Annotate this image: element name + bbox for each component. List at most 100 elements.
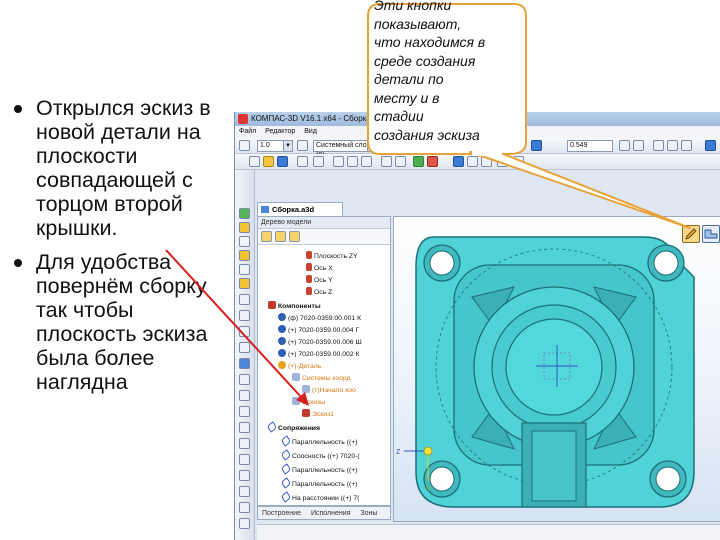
coord-field[interactable]: 0.549 [567, 140, 613, 152]
tree-node-sketch[interactable]: Эскиз1 [302, 409, 334, 419]
tool-icon[interactable] [239, 390, 250, 401]
tool-icon[interactable] [239, 294, 250, 305]
model-viewport[interactable]: Z Y [393, 216, 720, 522]
tool-icon[interactable] [239, 278, 250, 289]
tool-icon[interactable] [239, 208, 250, 219]
tab-versions[interactable]: Исполнения [311, 510, 350, 517]
tool-icon[interactable] [239, 236, 250, 247]
tree-node[interactable]: Ось Z [306, 287, 332, 297]
tool-icon[interactable] [239, 470, 250, 481]
menu-view[interactable]: Вид [304, 128, 317, 135]
tree-node[interactable]: (+) 7020-0359.00.006 Ш [278, 337, 362, 347]
component-icon [278, 325, 286, 333]
axis-z-label: Z [396, 449, 401, 456]
tool-icon[interactable] [239, 502, 250, 513]
tree-node[interactable]: (ф) 7020-0359.00.001 К [278, 313, 361, 323]
cut-icon[interactable] [333, 156, 344, 167]
tool-icon[interactable] [239, 358, 250, 369]
snap-icon[interactable] [239, 140, 250, 151]
tree-node[interactable]: Параллельность ((+) [280, 477, 357, 489]
bottom-slot-inner [531, 430, 577, 502]
tree-toolbar [258, 229, 390, 245]
component-icon [278, 313, 286, 321]
tree-node[interactable]: Системы коорд [292, 373, 351, 383]
detail-icon [278, 361, 286, 369]
mate-icon [280, 449, 292, 461]
tree-node[interactable]: Параллельность ((+) [280, 463, 357, 475]
tree-node[interactable]: Ось X [306, 263, 333, 273]
tab-zones[interactable]: Зоны [360, 510, 377, 517]
tool-icon[interactable] [239, 486, 250, 497]
new-file-icon[interactable] [249, 156, 260, 167]
document-tab[interactable]: Сборка.a3d [257, 202, 343, 216]
bullet-dot [14, 259, 22, 267]
axis-icon [306, 275, 312, 283]
scale-value: 1.0 [260, 142, 270, 149]
tool-icon[interactable] [239, 406, 250, 417]
render-icon[interactable] [705, 140, 716, 151]
tree-node[interactable]: (+) 7020-0359.00.004 Г [278, 325, 359, 335]
folder-icon [292, 397, 300, 405]
tool-icon[interactable] [239, 342, 250, 353]
tool-icon[interactable] [239, 310, 250, 321]
tree-node-detail[interactable]: (+)-Деталь [278, 361, 321, 371]
view-icon[interactable] [667, 140, 678, 151]
layer-icon[interactable] [297, 140, 308, 151]
tool-icon[interactable] [239, 264, 250, 275]
tree-node[interactable]: (+) 7020-0359.00.002 К [278, 349, 359, 359]
copy-icon[interactable] [347, 156, 358, 167]
scale-combo[interactable]: 1.0 ▼ [257, 140, 293, 152]
tool-icon[interactable] [239, 454, 250, 465]
axis-icon [306, 263, 312, 271]
preview-icon[interactable] [313, 156, 324, 167]
model-tree: Дерево модели Плоскость ZY Ось X Ось Y О… [257, 216, 391, 506]
coord-value: 0.549 [570, 142, 588, 149]
tool-icon[interactable] [239, 518, 250, 529]
tool-icon[interactable] [239, 422, 250, 433]
component-icon [278, 349, 286, 357]
tree-mode-icon[interactable] [261, 231, 272, 242]
tool-icon[interactable] [239, 326, 250, 337]
tab-build[interactable]: Построение [262, 510, 301, 517]
mate-icon [280, 491, 292, 503]
mate-icon [280, 463, 292, 475]
edit-in-place-button[interactable] [702, 225, 720, 243]
sketch-mode-button[interactable] [682, 225, 700, 243]
tree-node[interactable]: Эскизы [292, 397, 325, 407]
print-icon[interactable] [297, 156, 308, 167]
search-icon[interactable] [531, 140, 542, 151]
tree-node[interactable]: (т)Начало коо [302, 385, 356, 395]
tool-icon[interactable] [239, 374, 250, 385]
document-tab-label: Сборка.a3d [272, 205, 315, 214]
view-icon[interactable] [681, 140, 692, 151]
tree-node[interactable]: Плоскость ZY [306, 251, 358, 261]
tree-node-components[interactable]: Компоненты [268, 301, 321, 311]
tree-node[interactable]: Соосность ((+) 7020-( [280, 449, 360, 461]
open-folder-icon[interactable] [263, 156, 274, 167]
chevron-down-icon[interactable]: ▼ [283, 141, 292, 151]
tree-node[interactable]: Ось Y [306, 275, 333, 285]
tree-node[interactable]: Параллельность ((+) [280, 435, 357, 447]
slide: Открылся эскиз в новой детали на плоскос… [0, 0, 720, 540]
axis-icon [306, 287, 312, 295]
view-icon[interactable] [653, 140, 664, 151]
fit-icon[interactable] [633, 140, 644, 151]
sketch-icon [302, 409, 310, 417]
bolt-hole-inner [655, 466, 681, 492]
save-icon[interactable] [277, 156, 288, 167]
vertical-toolbar [235, 170, 255, 540]
mate-icon [266, 421, 278, 433]
tree-mode-icon[interactable] [275, 231, 286, 242]
tree-node-mates[interactable]: Сопряжения [266, 421, 320, 433]
tool-icon[interactable] [239, 250, 250, 261]
kompas-logo-icon [238, 114, 248, 124]
menu-file[interactable]: Файл [239, 128, 256, 135]
tool-icon[interactable] [239, 222, 250, 233]
component-icon [278, 337, 286, 345]
tree-node[interactable]: На расстоянии ((+) 7( [280, 491, 359, 503]
tree-mode-icon[interactable] [289, 231, 300, 242]
tool-icon[interactable] [239, 438, 250, 449]
menu-edit[interactable]: Редактор [265, 128, 295, 135]
zoom-icon[interactable] [619, 140, 630, 151]
bullet-item: Для удобства повернём сборку так чтобы п… [8, 250, 236, 394]
